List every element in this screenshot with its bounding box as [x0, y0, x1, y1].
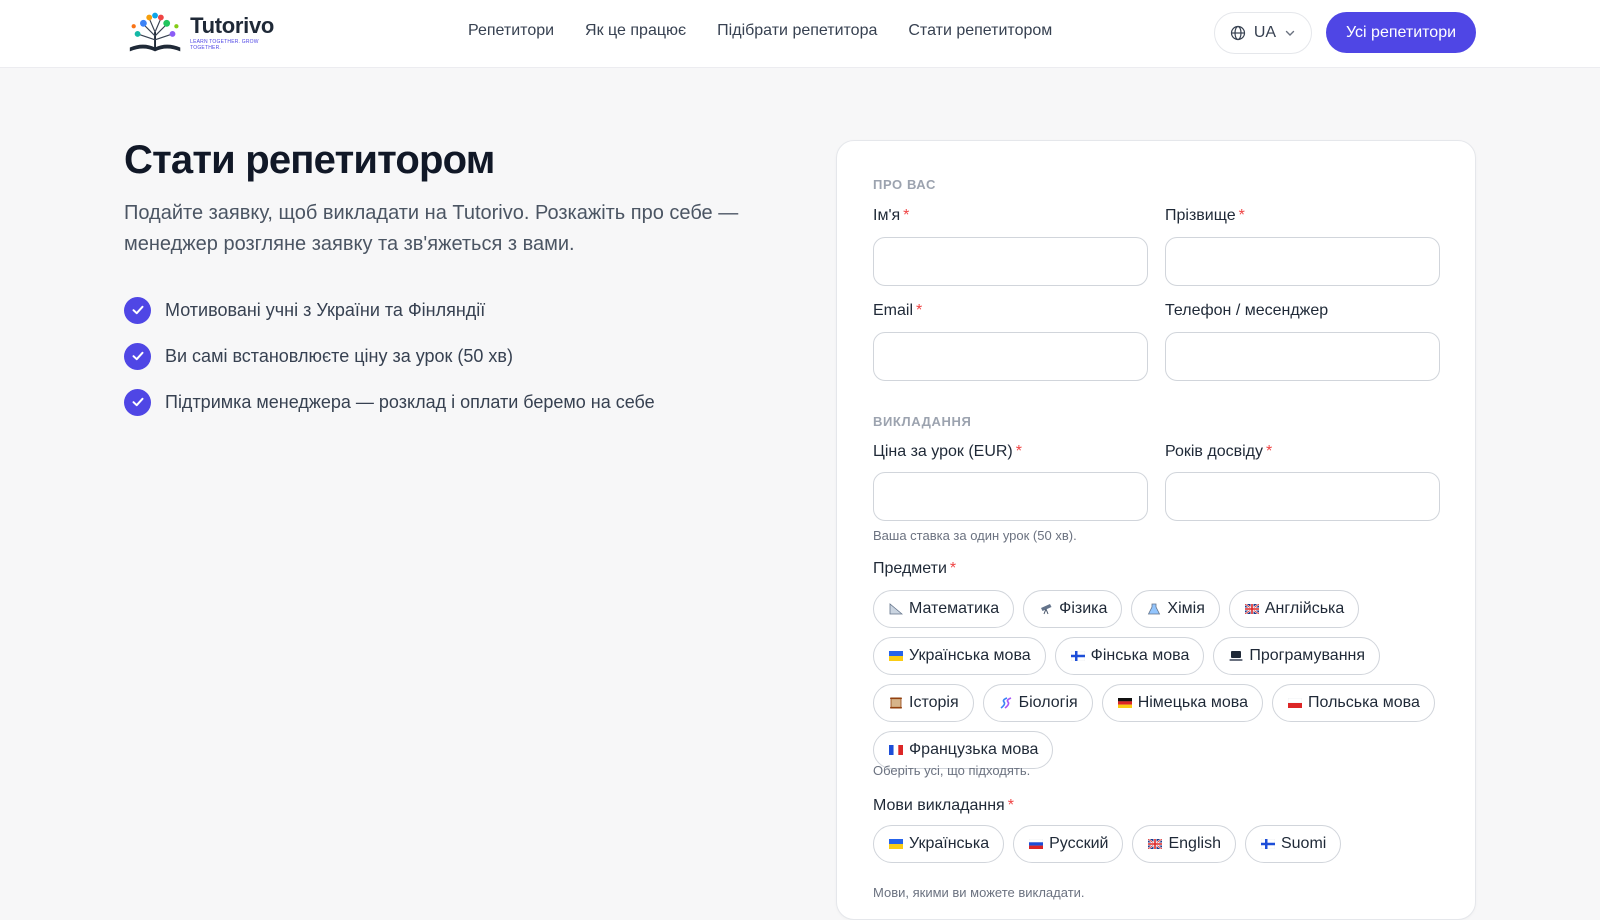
benefit-item: Підтримка менеджера — розклад і оплати б… — [124, 388, 655, 416]
languages-hint: Мови, якими ви можете викладати. — [873, 885, 1085, 900]
subject-chip-history[interactable]: Історія — [873, 684, 974, 722]
first-name-label: Ім'я * — [873, 207, 910, 224]
finland-flag-icon — [1070, 650, 1086, 663]
subject-chip-biology[interactable]: Біологія — [982, 684, 1093, 722]
telescope-icon — [1038, 603, 1054, 616]
flask-icon — [1146, 603, 1162, 616]
nav-link-become-tutor[interactable]: Стати репетитором — [908, 22, 1052, 40]
benefits-list: Мотивовані учні з України та Фінляндії В… — [124, 296, 655, 434]
tutorivo-logo[interactable]: Tutorivo LEARN TOGETHER. GROW TOGETHER. — [124, 8, 288, 58]
check-icon — [124, 342, 151, 370]
benefit-item: Ви самі встановлюєте ціну за урок (50 хв… — [124, 342, 655, 370]
teaching-languages-label: Мови викладання * — [873, 797, 1014, 814]
email-label: Email * — [873, 302, 923, 319]
finland-flag-icon — [1260, 838, 1276, 851]
language-chip-ukrainian[interactable]: Українська — [873, 825, 1005, 863]
phone-input[interactable] — [1165, 332, 1440, 381]
nav-link-tutors[interactable]: Репетитори — [468, 22, 554, 40]
poland-flag-icon — [1287, 697, 1303, 710]
subjects-label: Предмети * — [873, 560, 957, 577]
page-title: Стати репетитором — [124, 138, 495, 182]
experience-input[interactable] — [1165, 472, 1440, 521]
phone-label: Телефон / месенджер — [1165, 302, 1329, 319]
last-name-label: Прізвище * — [1165, 207, 1245, 224]
language-chip-russian[interactable]: Русский — [1013, 825, 1124, 863]
tree-book-icon — [129, 12, 181, 52]
check-icon — [124, 388, 151, 416]
email-input[interactable] — [873, 332, 1148, 381]
france-flag-icon — [888, 744, 904, 757]
price-input[interactable] — [873, 472, 1148, 521]
benefit-item: Мотивовані учні з України та Фінляндії — [124, 296, 655, 324]
benefit-text: Ви самі встановлюєте ціну за урок (50 хв… — [165, 345, 513, 366]
section-label-teaching: ВИКЛАДАННЯ — [873, 414, 972, 429]
language-label: UA — [1253, 24, 1277, 41]
subject-chip-ukrainian[interactable]: Українська мова — [873, 637, 1046, 675]
subject-chip-programming[interactable]: Програмування — [1213, 637, 1381, 675]
laptop-icon — [1228, 650, 1244, 663]
check-icon — [124, 296, 151, 324]
scroll-icon — [888, 697, 904, 710]
chevron-down-icon — [1285, 30, 1295, 36]
benefit-text: Підтримка менеджера — розклад і оплати б… — [165, 391, 655, 412]
language-chip-finnish[interactable]: Suomi — [1244, 825, 1342, 863]
ukraine-flag-icon — [888, 650, 904, 663]
subject-chip-finnish[interactable]: Фінська мова — [1054, 637, 1205, 675]
all-tutors-button[interactable]: Усі репетитори — [1326, 12, 1476, 53]
dna-icon — [998, 697, 1014, 710]
price-hint: Ваша ставка за один урок (50 хв). — [873, 528, 1077, 543]
language-chip-english[interactable]: English — [1132, 825, 1236, 863]
first-name-input[interactable] — [873, 237, 1148, 286]
logo-wordmark: Tutorivo — [190, 13, 275, 38]
subject-chip-polish[interactable]: Польська мова — [1272, 684, 1435, 722]
top-navbar: Tutorivo LEARN TOGETHER. GROW TOGETHER. … — [0, 0, 1600, 68]
price-label: Ціна за урок (EUR) * — [873, 443, 1022, 460]
nav-link-find-tutor[interactable]: Підібрати репетитора — [717, 22, 877, 40]
page-subtitle: Подайте заявку, щоб викладати на Tutoriv… — [124, 202, 739, 255]
last-name-input[interactable] — [1165, 237, 1440, 286]
subject-chip-physics[interactable]: Фізика — [1023, 590, 1123, 628]
subjects-hint: Оберіть усі, що підходять. — [873, 763, 1031, 778]
subject-chip-math[interactable]: Математика — [873, 590, 1015, 628]
uk-flag-icon — [1244, 603, 1260, 616]
globe-icon — [1230, 25, 1245, 41]
russia-flag-icon — [1028, 838, 1044, 851]
main-nav: Репетитори Як це працює Підібрати репети… — [468, 22, 1052, 40]
nav-link-how-it-works[interactable]: Як це працює — [585, 22, 686, 40]
ukraine-flag-icon — [888, 838, 904, 851]
section-label-about: ПРО ВАС — [873, 177, 936, 192]
subjects-chip-group: Математика Фізика Хімія Англійська Украї… — [873, 590, 1453, 769]
experience-label: Років досвіду * — [1165, 443, 1273, 460]
benefit-text: Мотивовані учні з України та Фінляндії — [165, 299, 486, 320]
logo-tagline: LEARN TOGETHER. GROW TOGETHER. — [190, 39, 259, 51]
subject-chip-german[interactable]: Німецька мова — [1101, 684, 1264, 722]
language-selector[interactable]: UA — [1214, 12, 1312, 54]
subject-chip-english[interactable]: Англійська — [1228, 590, 1360, 628]
subject-chip-chemistry[interactable]: Хімія — [1131, 590, 1220, 628]
uk-flag-icon — [1147, 838, 1163, 851]
triangle-ruler-icon — [888, 603, 904, 616]
germany-flag-icon — [1117, 697, 1133, 710]
languages-chip-group: Українська Русский English Suomi — [873, 825, 1453, 863]
tutor-application-form: ПРО ВАС Ім'я * Прізвище * Email * Телефон /… — [836, 140, 1476, 920]
